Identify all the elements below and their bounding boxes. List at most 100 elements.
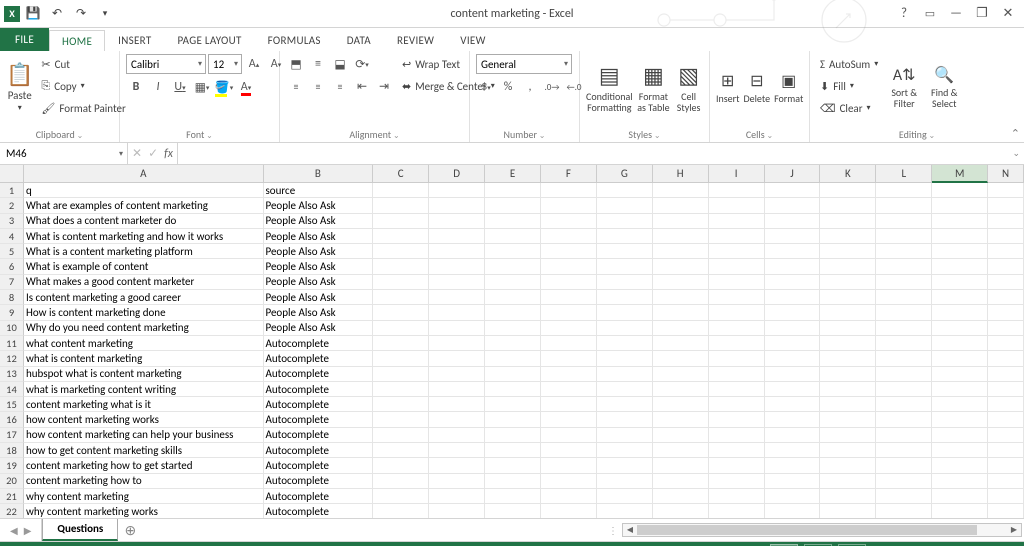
cell[interactable] [373, 290, 429, 305]
cell[interactable] [988, 443, 1024, 458]
bold-button[interactable]: B [126, 77, 146, 97]
select-all-button[interactable] [0, 165, 24, 183]
cell[interactable] [373, 474, 429, 489]
cell[interactable] [765, 458, 821, 473]
cell[interactable] [485, 351, 541, 366]
cell[interactable] [876, 351, 932, 366]
cell[interactable] [709, 321, 765, 336]
cell[interactable] [653, 275, 709, 290]
cell[interactable] [653, 443, 709, 458]
cell[interactable] [988, 351, 1024, 366]
close-button[interactable]: ✕ [998, 6, 1018, 21]
cell[interactable] [765, 474, 821, 489]
cell[interactable] [597, 489, 653, 504]
cell[interactable] [597, 336, 653, 351]
column-header-G[interactable]: G [597, 165, 653, 183]
cells-area[interactable]: qsourceWhat are examples of content mark… [24, 183, 1024, 519]
row-header-8[interactable]: 8 [0, 290, 24, 305]
sheet-next-button[interactable]: ▶ [24, 524, 32, 537]
cell[interactable] [653, 305, 709, 320]
cell[interactable] [820, 443, 876, 458]
cell[interactable] [709, 367, 765, 382]
cell[interactable] [485, 198, 541, 213]
align-left-button[interactable]: ≡ [286, 76, 306, 96]
align-right-button[interactable]: ≡ [330, 76, 350, 96]
cell[interactable]: Autocomplete [264, 428, 374, 443]
cell[interactable] [988, 229, 1024, 244]
cell[interactable] [653, 244, 709, 259]
row-header-1[interactable]: 1 [0, 183, 24, 198]
cell[interactable]: Autocomplete [264, 489, 374, 504]
cell[interactable] [932, 336, 988, 351]
cell[interactable] [485, 321, 541, 336]
cell[interactable]: People Also Ask [264, 244, 374, 259]
cell[interactable] [876, 336, 932, 351]
cell[interactable] [373, 336, 429, 351]
cell[interactable] [876, 305, 932, 320]
cell[interactable]: Autocomplete [264, 504, 374, 519]
grow-font-button[interactable]: A▴ [244, 54, 264, 74]
undo-button[interactable]: ↶ [46, 3, 68, 25]
cell[interactable] [653, 397, 709, 412]
cell[interactable] [932, 443, 988, 458]
cell[interactable] [932, 489, 988, 504]
cell[interactable] [876, 183, 932, 198]
cell[interactable] [541, 443, 597, 458]
scroll-left-button[interactable]: ◀ [623, 524, 637, 536]
cell[interactable] [709, 336, 765, 351]
cell[interactable] [932, 214, 988, 229]
column-header-N[interactable]: N [988, 165, 1024, 183]
cell[interactable]: What is a content marketing platform [24, 244, 264, 259]
cell[interactable] [373, 229, 429, 244]
cut-button[interactable]: ✂Cut [37, 54, 129, 74]
row-header-21[interactable]: 21 [0, 489, 24, 504]
cell[interactable] [597, 443, 653, 458]
cell[interactable] [597, 474, 653, 489]
cell[interactable] [597, 305, 653, 320]
cell[interactable] [541, 244, 597, 259]
cell[interactable] [876, 382, 932, 397]
cell[interactable] [541, 474, 597, 489]
cell[interactable] [988, 290, 1024, 305]
cell[interactable] [876, 458, 932, 473]
cell[interactable] [709, 244, 765, 259]
cell[interactable] [653, 259, 709, 274]
cell[interactable] [485, 382, 541, 397]
cell[interactable] [373, 198, 429, 213]
cell[interactable] [820, 428, 876, 443]
cell[interactable] [876, 321, 932, 336]
cell[interactable] [820, 229, 876, 244]
row-header-18[interactable]: 18 [0, 443, 24, 458]
cell[interactable] [485, 183, 541, 198]
cell[interactable] [765, 336, 821, 351]
cell[interactable]: Why do you need content marketing [24, 321, 264, 336]
cell[interactable] [485, 229, 541, 244]
tab-data[interactable]: DATA [334, 29, 384, 51]
cell[interactable] [932, 275, 988, 290]
row-header-3[interactable]: 3 [0, 214, 24, 229]
cell[interactable] [709, 183, 765, 198]
cell[interactable] [373, 382, 429, 397]
cell[interactable] [932, 198, 988, 213]
cell[interactable] [597, 412, 653, 427]
cell[interactable] [541, 290, 597, 305]
cell[interactable] [541, 336, 597, 351]
accounting-button[interactable]: $▾ [476, 77, 496, 97]
cell[interactable] [988, 321, 1024, 336]
row-header-16[interactable]: 16 [0, 412, 24, 427]
cell[interactable] [765, 443, 821, 458]
cell[interactable] [485, 290, 541, 305]
cell[interactable] [653, 382, 709, 397]
cell[interactable] [820, 259, 876, 274]
sheet-tab-questions[interactable]: Questions [42, 519, 118, 541]
cell[interactable]: what content marketing [24, 336, 264, 351]
row-header-2[interactable]: 2 [0, 198, 24, 213]
cell[interactable] [597, 275, 653, 290]
cell[interactable] [709, 489, 765, 504]
cell[interactable] [765, 183, 821, 198]
cell[interactable]: People Also Ask [264, 275, 374, 290]
cell[interactable] [485, 275, 541, 290]
conditional-formatting-button[interactable]: ▤Conditional Formatting [586, 54, 633, 120]
cell[interactable] [429, 275, 485, 290]
cell[interactable]: how content marketing can help your busi… [24, 428, 264, 443]
